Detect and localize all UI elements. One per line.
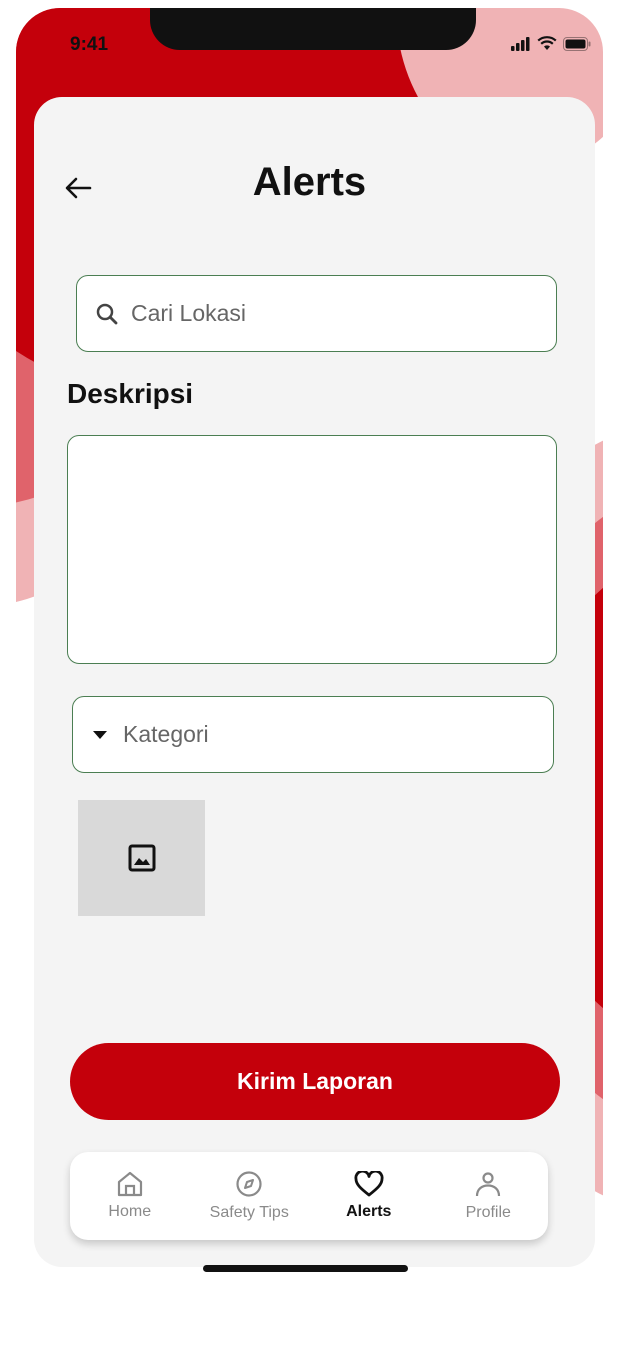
nav-item-profile[interactable]: Profile: [429, 1152, 549, 1240]
status-time: 9:41: [70, 34, 109, 55]
nav-label-safety-tips: Safety Tips: [209, 1204, 289, 1221]
nav-item-safety-tips[interactable]: Safety Tips: [190, 1152, 310, 1240]
search-icon: [96, 303, 118, 324]
signal-icon: [511, 36, 530, 51]
status-bar: 9:41: [16, 8, 603, 78]
search-input[interactable]: Cari Lokasi: [76, 275, 557, 352]
image-icon: [128, 844, 155, 872]
battery-icon: [563, 36, 591, 51]
compass-icon: [236, 1171, 262, 1197]
system-icons: [511, 36, 591, 51]
heart-icon: [354, 1171, 384, 1197]
nav-item-alerts[interactable]: Alerts: [309, 1152, 429, 1240]
category-placeholder: Kategori: [123, 721, 209, 747]
nav-label-profile: Profile: [465, 1204, 511, 1221]
wifi-icon: [537, 36, 557, 50]
profile-icon: [476, 1172, 501, 1197]
submit-report-button[interactable]: Kirim Laporan: [70, 1043, 560, 1120]
description-label: Deskripsi: [67, 378, 194, 409]
home-indicator[interactable]: [203, 1265, 408, 1272]
category-select[interactable]: Kategori: [72, 696, 554, 773]
search-placeholder: Cari Lokasi: [131, 300, 247, 326]
nav-label-alerts: Alerts: [346, 1203, 392, 1220]
image-upload-box[interactable]: [78, 800, 205, 916]
notch: [150, 8, 476, 50]
bottom-nav: Home Safety Tips Alerts Profile: [70, 1152, 548, 1240]
caret-down-icon: [93, 730, 107, 739]
description-textarea[interactable]: [67, 435, 557, 664]
nav-label-home: Home: [108, 1203, 152, 1220]
page-title: Alerts: [252, 160, 367, 204]
nav-item-home[interactable]: Home: [70, 1152, 190, 1240]
home-icon: [117, 1171, 142, 1197]
